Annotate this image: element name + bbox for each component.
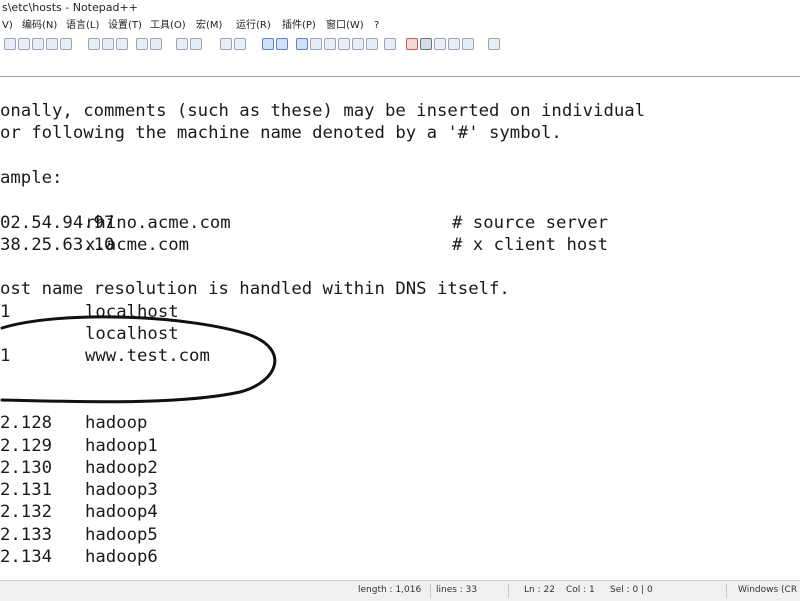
show-all-chars-icon[interactable] <box>310 38 322 50</box>
sync-horizontal-icon[interactable] <box>276 38 288 50</box>
monitoring-icon[interactable] <box>384 38 396 50</box>
hosts-ip-address: 1 <box>0 301 11 322</box>
tab-strip <box>0 56 800 77</box>
run-macro-multiple-icon[interactable] <box>448 38 460 50</box>
status-bar: length : 1,016 lines : 33 Ln : 22 Col : … <box>0 580 800 601</box>
open-icon[interactable] <box>4 38 16 50</box>
status-ln: Ln : 22 <box>524 585 555 595</box>
editor-line: 02.54.94.97 rhino.acme.com # source server <box>0 212 800 234</box>
save-all-icon[interactable] <box>32 38 44 50</box>
status-eol[interactable]: Windows (CR <box>738 581 797 600</box>
toolbar <box>0 36 800 54</box>
play-macro-icon[interactable] <box>434 38 446 50</box>
word-wrap-icon[interactable] <box>296 38 308 50</box>
hosts-hostname: hadoop2 <box>85 457 158 478</box>
undo-icon[interactable] <box>136 38 148 50</box>
menu-tools[interactable]: 工具(O) <box>150 18 186 34</box>
editor-line: 2.130 hadoop2 <box>0 457 800 479</box>
hosts-hostname: rhino.acme.com <box>85 212 231 233</box>
editor-line: or following the machine name denoted by… <box>0 122 800 144</box>
cut-icon[interactable] <box>88 38 100 50</box>
hosts-ip-address: 2.132 <box>0 502 53 523</box>
editor-line: onally, comments (such as these) may be … <box>0 100 800 122</box>
doc-map-icon[interactable] <box>338 38 350 50</box>
editor-line: 2.132 hadoop4 <box>0 501 800 523</box>
hosts-hostname: hadoop6 <box>85 547 158 567</box>
stop-record-icon[interactable] <box>420 38 432 50</box>
hosts-ip-address: 2.134 <box>0 547 53 567</box>
replace-icon[interactable] <box>190 38 202 50</box>
menu-bar: V) 编码(N) 语言(L) 设置(T) 工具(O) 宏(M) 运行(R) 插件… <box>0 18 800 35</box>
close-icon[interactable] <box>46 38 58 50</box>
hosts-comment: # source server <box>452 212 609 233</box>
hosts-hostname: hadoop1 <box>85 435 158 456</box>
copy-icon[interactable] <box>102 38 114 50</box>
hosts-ip-address: 2.131 <box>0 480 53 501</box>
zoom-in-icon[interactable] <box>220 38 232 50</box>
line-text: ost name resolution is handled within DN… <box>0 279 510 300</box>
status-length: length : 1,016 <box>358 585 422 595</box>
paste-icon[interactable] <box>116 38 128 50</box>
hosts-comment: # x client host <box>452 234 609 255</box>
hosts-hostname: hadoop4 <box>85 502 158 523</box>
menu-macro[interactable]: 宏(M) <box>196 18 222 34</box>
editor-line: 38.25.63.10 x.acme.com # x client host <box>0 234 800 256</box>
status-sel: Sel : 0 | 0 <box>610 585 653 595</box>
menu-encoding[interactable]: 编码(N) <box>22 18 57 34</box>
zoom-out-icon[interactable] <box>234 38 246 50</box>
hosts-hostname: localhost <box>85 301 179 322</box>
editor-line: ample: <box>0 167 800 189</box>
hosts-hostname: hadoop3 <box>85 480 158 501</box>
hosts-hostname: x.acme.com <box>85 234 190 255</box>
editor-line: 1 localhost <box>0 301 800 323</box>
menu-plugins[interactable]: 插件(P) <box>282 18 316 34</box>
status-col: Col : 1 <box>566 585 595 595</box>
record-macro-icon[interactable] <box>406 38 418 50</box>
hosts-ip-address: 2.129 <box>0 435 53 456</box>
menu-help[interactable]: ? <box>374 18 379 34</box>
line-text: or following the machine name denoted by… <box>0 123 562 144</box>
hosts-hostname: localhost <box>85 324 179 344</box>
menu-run[interactable]: 运行(R) <box>236 18 271 34</box>
sync-vertical-icon[interactable] <box>262 38 274 50</box>
line-text: onally, comments (such as these) may be … <box>0 101 646 121</box>
editor-line: localhost <box>0 323 800 345</box>
editor-line: 2.133 hadoop5 <box>0 524 800 546</box>
editor-line: 2.128 hadoop <box>0 412 800 434</box>
hosts-hostname: hadoop <box>85 413 148 434</box>
hosts-hostname: www.test.com <box>85 346 210 367</box>
hosts-ip-address: 2.130 <box>0 457 53 478</box>
editor-line: ost name resolution is handled within DN… <box>0 278 800 300</box>
menu-settings[interactable]: 设置(T) <box>108 18 142 34</box>
hosts-hostname: hadoop5 <box>85 524 158 545</box>
editor-text-area[interactable]: onally, comments (such as these) may be … <box>0 77 800 580</box>
editor-line: 2.129 hadoop1 <box>0 435 800 457</box>
editor-line: 2.131 hadoop3 <box>0 479 800 501</box>
hosts-ip-address: 1 <box>0 346 11 367</box>
indent-guide-icon[interactable] <box>324 38 336 50</box>
line-text: ample: <box>0 167 63 188</box>
more-icon[interactable] <box>488 38 500 50</box>
find-icon[interactable] <box>176 38 188 50</box>
editor-line: 2.134 hadoop6 <box>0 546 800 568</box>
hosts-ip-address: 2.128 <box>0 413 53 434</box>
window-title: s\etc\hosts - Notepad++ <box>0 0 800 18</box>
folder-workspace-icon[interactable] <box>366 38 378 50</box>
editor-line: 1 www.test.com <box>0 345 800 367</box>
hosts-ip-address: 2.133 <box>0 524 53 545</box>
menu-language[interactable]: 语言(L) <box>66 18 99 34</box>
save-macro-icon[interactable] <box>462 38 474 50</box>
print-icon[interactable] <box>60 38 72 50</box>
function-list-icon[interactable] <box>352 38 364 50</box>
save-icon[interactable] <box>18 38 30 50</box>
status-lines: lines : 33 <box>436 585 478 595</box>
menu-view[interactable]: V) <box>2 18 13 34</box>
redo-icon[interactable] <box>150 38 162 50</box>
menu-window[interactable]: 窗口(W) <box>326 18 364 34</box>
